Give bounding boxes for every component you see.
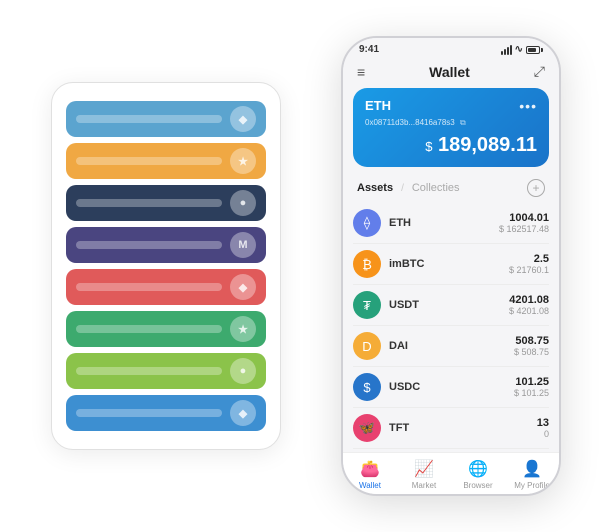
expand-icon[interactable]: ⤢ [534, 63, 545, 80]
time: 9:41 [359, 44, 379, 55]
copy-icon[interactable]: ⧉ [460, 118, 466, 127]
header-title: Wallet [429, 64, 470, 80]
asset-list: ⟠ ETH 1004.01 $ 162517.48 ₿ imBTC 2.5 $ … [343, 203, 559, 452]
nav-item-wallet[interactable]: 👛 Wallet [343, 459, 397, 490]
asset-amount-2: 4201.08 [509, 294, 549, 306]
assets-tabs: Assets / Collecties [357, 182, 460, 194]
hamburger-icon[interactable]: ≡ [357, 64, 365, 80]
asset-usd-4: $ 101.25 [514, 388, 549, 398]
scene: ◆ ★ ● M ◆ ★ ● ◆ 9:41 ∿ ≡ Wallet [21, 21, 581, 511]
more-icon[interactable]: ••• [519, 98, 537, 114]
asset-amount-5: 13 [537, 417, 549, 429]
eth-address: 0x08711d3b...8416a78s3 ⧉ [365, 118, 537, 128]
asset-item[interactable]: D DAI 508.75 $ 508.75 [353, 326, 549, 367]
asset-name-0: ETH [389, 217, 499, 229]
bottom-nav: 👛 Wallet 📈 Market 🌐 Browser 👤 My Profile [343, 452, 559, 494]
card-icon-7: ◆ [230, 400, 256, 426]
asset-icon-dai: D [353, 332, 381, 360]
asset-item[interactable]: ₿ imBTC 2.5 $ 21760.1 [353, 244, 549, 285]
asset-icon-tft: 🦋 [353, 414, 381, 442]
asset-name-2: USDT [389, 299, 509, 311]
assets-header: Assets / Collecties + [343, 175, 559, 203]
nav-item-browser[interactable]: 🌐 Browser [451, 459, 505, 490]
nav-icon-3: 👤 [522, 459, 542, 479]
asset-usd-2: $ 4201.08 [509, 306, 549, 316]
asset-amount-1: 2.5 [509, 253, 549, 265]
phone-header: ≡ Wallet ⤢ [343, 59, 559, 88]
nav-item-market[interactable]: 📈 Market [397, 459, 451, 490]
nav-label-1: Market [412, 481, 436, 490]
balance-amount: 189,089.11 [438, 134, 537, 156]
card-icon-3: M [230, 232, 256, 258]
card-row-4[interactable]: ◆ [66, 269, 266, 305]
phone: 9:41 ∿ ≡ Wallet ⤢ [341, 36, 561, 496]
asset-usd-0: $ 162517.48 [499, 224, 549, 234]
asset-name-1: imBTC [389, 258, 509, 270]
asset-icon-imbtc: ₿ [353, 250, 381, 278]
card-row-5[interactable]: ★ [66, 311, 266, 347]
card-row-3[interactable]: M [66, 227, 266, 263]
card-icon-4: ◆ [230, 274, 256, 300]
asset-amount-0: 1004.01 [499, 212, 549, 224]
card-row-0[interactable]: ◆ [66, 101, 266, 137]
asset-icon-eth: ⟠ [353, 209, 381, 237]
battery-icon [526, 46, 543, 54]
asset-amount-4: 101.25 [514, 376, 549, 388]
card-icon-1: ★ [230, 148, 256, 174]
eth-label: ETH [365, 98, 391, 113]
phone-body: ETH ••• 0x08711d3b...8416a78s3 ⧉ $ 189,0… [343, 88, 559, 452]
asset-usd-5: 0 [537, 429, 549, 439]
collecties-tab[interactable]: Collecties [412, 182, 460, 194]
nav-icon-2: 🌐 [468, 459, 488, 479]
nav-icon-1: 📈 [414, 459, 434, 479]
card-row-1[interactable]: ★ [66, 143, 266, 179]
status-bar: 9:41 ∿ [343, 38, 559, 59]
card-row-2[interactable]: ● [66, 185, 266, 221]
asset-icon-usdt: ₮ [353, 291, 381, 319]
balance-prefix: $ [425, 139, 432, 154]
asset-item[interactable]: $ USDC 101.25 $ 101.25 [353, 367, 549, 408]
asset-icon-usdc: $ [353, 373, 381, 401]
card-icon-2: ● [230, 190, 256, 216]
nav-label-3: My Profile [514, 481, 550, 490]
asset-usd-1: $ 21760.1 [509, 265, 549, 275]
nav-label-0: Wallet [359, 481, 381, 490]
asset-item[interactable]: 🦋 TFT 13 0 [353, 408, 549, 449]
assets-tab[interactable]: Assets [357, 182, 393, 194]
nav-icon-0: 👛 [360, 459, 380, 479]
asset-amount-3: 508.75 [514, 335, 549, 347]
tab-divider: / [401, 183, 404, 194]
wifi-icon: ∿ [515, 44, 523, 55]
nav-label-2: Browser [463, 481, 492, 490]
eth-balance: $ 189,089.11 [365, 134, 537, 157]
eth-card[interactable]: ETH ••• 0x08711d3b...8416a78s3 ⧉ $ 189,0… [353, 88, 549, 167]
status-icons: ∿ [501, 44, 543, 55]
add-asset-button[interactable]: + [527, 179, 545, 197]
card-icon-5: ★ [230, 316, 256, 342]
asset-item[interactable]: ⟠ ETH 1004.01 $ 162517.48 [353, 203, 549, 244]
card-icon-6: ● [230, 358, 256, 384]
card-icon-0: ◆ [230, 106, 256, 132]
signal-icon [501, 45, 512, 55]
asset-name-3: DAI [389, 340, 514, 352]
nav-item-my-profile[interactable]: 👤 My Profile [505, 459, 559, 490]
asset-name-4: USDC [389, 381, 514, 393]
card-row-6[interactable]: ● [66, 353, 266, 389]
asset-item[interactable]: ₮ USDT 4201.08 $ 4201.08 [353, 285, 549, 326]
asset-usd-3: $ 508.75 [514, 347, 549, 357]
asset-name-5: TFT [389, 422, 537, 434]
card-stack: ◆ ★ ● M ◆ ★ ● ◆ [51, 82, 281, 450]
card-row-7[interactable]: ◆ [66, 395, 266, 431]
